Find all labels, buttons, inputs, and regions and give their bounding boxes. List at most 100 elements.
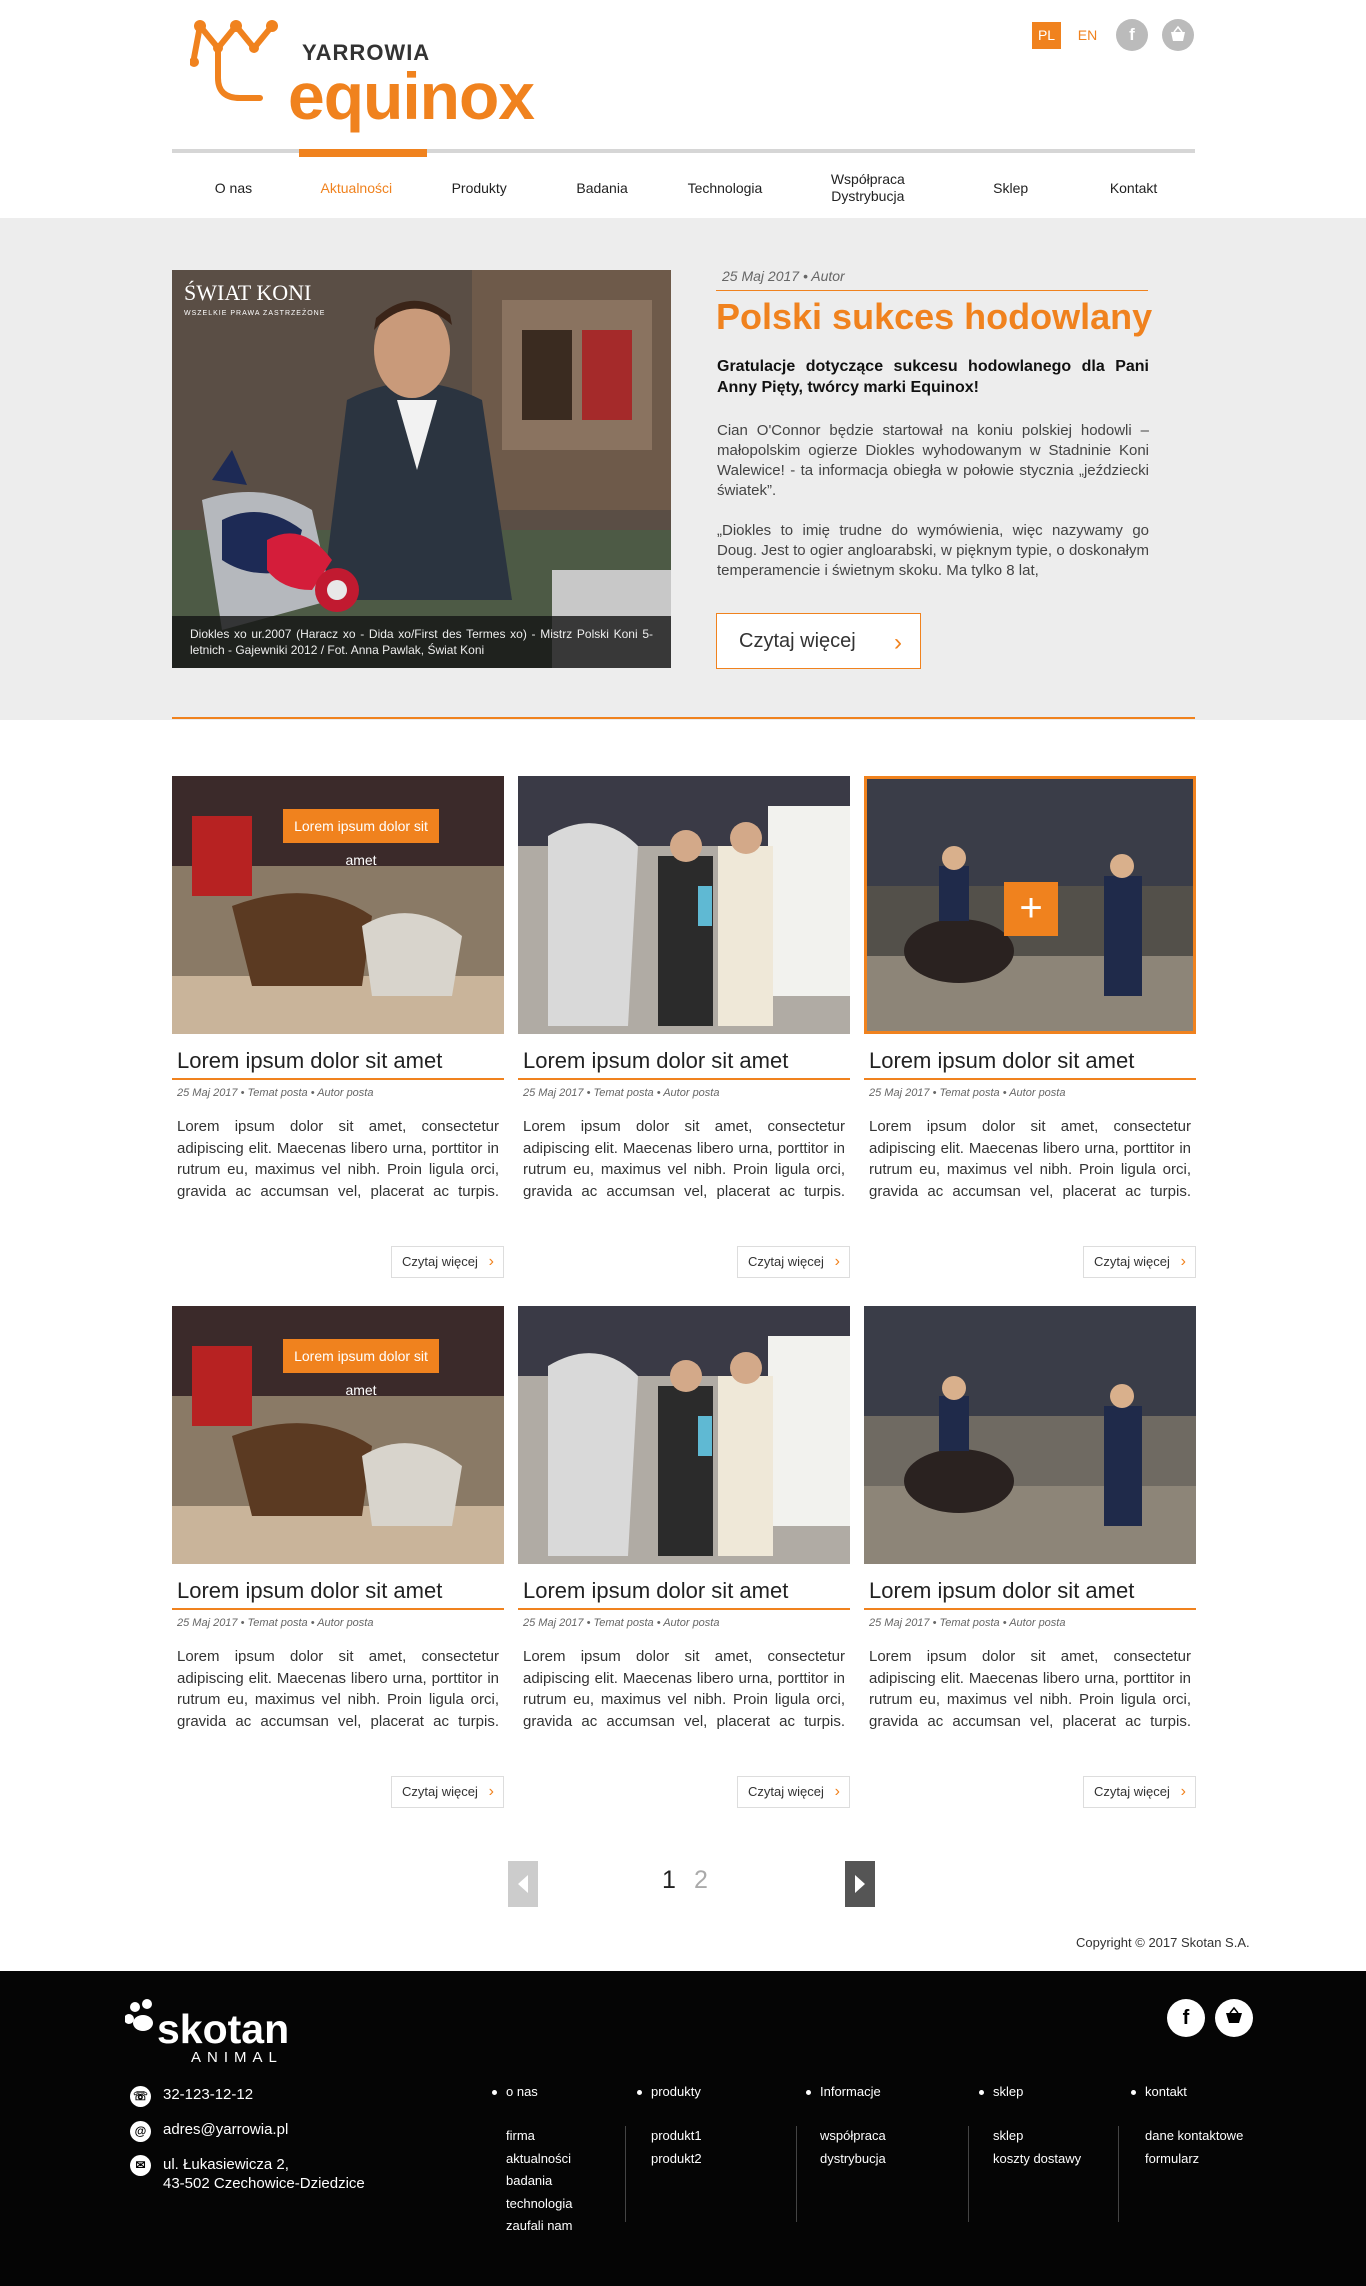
rider-photo [172,270,671,668]
footer-phone[interactable]: ☏ 32-123-12-12 [130,2086,253,2107]
footer-column: sklep sklep koszty dostawy [979,2084,1081,2170]
news-card-date: 25 Maj 2017 [523,1617,584,1629]
footer-link[interactable]: badania [492,2170,573,2193]
lang-pl[interactable]: PL [1032,22,1061,49]
facebook-icon[interactable]: f [1116,19,1148,51]
lang-en[interactable]: EN [1073,22,1102,49]
nav-item-kontakt[interactable]: Kontakt [1072,160,1195,216]
nav-item-wspolpraca-dystrybucja[interactable]: Współpraca Dystrybucja [786,160,949,216]
news-card-meta: 25 Maj 2017 • Temat posta • Autor posta [177,1087,373,1099]
footer-column-head[interactable]: Informacje [806,2084,886,2099]
footer-column-head[interactable]: o nas [492,2084,573,2099]
news-card-image[interactable]: + [864,776,1196,1034]
nav-item-badania[interactable]: Badania [541,160,664,216]
footer-link[interactable]: formularz [1131,2148,1243,2171]
news-card-title[interactable]: Lorem ipsum dolor sit amet [177,1048,442,1074]
news-card-badge[interactable]: Lorem ipsum dolor sit amet [283,1339,439,1398]
meta-separator: • [237,1617,248,1629]
featured-title[interactable]: Polski sukces hodowlany [716,296,1152,338]
meta-separator: • [929,1087,940,1099]
footer-link[interactable]: dystrybucja [806,2148,886,2171]
phone-icon: ☏ [130,2086,151,2107]
news-card-author: Autor posta [663,1617,720,1629]
pagination-page-1[interactable]: 1 [662,1866,676,1895]
footer-link[interactable]: koszty dostawy [979,2148,1081,2171]
footer-column: kontakt dane kontaktowe formularz [1131,2084,1243,2170]
news-card-title[interactable]: Lorem ipsum dolor sit amet [523,1578,788,1604]
footer-link[interactable]: produkt2 [637,2148,702,2171]
plus-icon[interactable]: + [1004,882,1058,936]
footer-column-separator [968,2126,969,2222]
chevron-right-icon: › [834,1253,840,1270]
featured-news-image[interactable]: ŚWIAT KONI WSZELKIE PRAWA ZASTRZEŻONE Di… [172,270,671,668]
footer-column-head[interactable]: produkty [637,2084,702,2099]
nav-item-aktualnosci[interactable]: Aktualności [295,160,418,216]
news-card-divider [518,1078,850,1080]
news-card-image[interactable] [518,1306,850,1564]
meta-separator: • [307,1087,318,1099]
featured-paragraph-1: Cian O'Connor będzie startował na koniu … [717,422,1149,499]
news-card-badge[interactable]: Lorem ipsum dolor sit amet [283,809,439,868]
footer-column: produkty produkt1 produkt2 [637,2084,702,2170]
news-card-read-more-button[interactable]: Czytaj więcej › [737,1776,850,1808]
news-card-meta: 25 Maj 2017 • Temat posta • Autor posta [869,1617,1065,1629]
footer-link[interactable]: technologia [492,2193,573,2216]
footer-email[interactable]: @ adres@yarrowia.pl [130,2121,288,2142]
footer-column-head[interactable]: sklep [979,2084,1081,2099]
footer-facebook-icon[interactable]: f [1167,1999,1205,2037]
skotan-logo[interactable]: skotan ANIMAL [125,1991,305,2071]
footer-column-head[interactable]: kontakt [1131,2084,1243,2099]
news-card-date: 25 Maj 2017 [869,1617,930,1629]
meta-separator: • [802,268,812,284]
nav-item-sklep[interactable]: Sklep [949,160,1072,216]
featured-meta-divider [716,290,1148,291]
news-card-image[interactable]: Lorem ipsum dolor sit amet [172,776,504,1034]
chevron-right-icon: › [1180,1783,1186,1800]
footer-link[interactable]: sklep [979,2125,1081,2148]
footer-column-separator [796,2126,797,2222]
news-card-title[interactable]: Lorem ipsum dolor sit amet [869,1048,1134,1074]
news-card-title[interactable]: Lorem ipsum dolor sit amet [523,1048,788,1074]
news-card-date: 25 Maj 2017 [869,1087,930,1099]
footer-link[interactable]: firma [492,2125,573,2148]
read-more-label: Czytaj więcej [1094,1784,1170,1799]
footer-link[interactable]: produkt1 [637,2125,702,2148]
news-card-read-more-button[interactable]: Czytaj więcej › [391,1246,504,1278]
pagination-next-button[interactable] [845,1861,875,1907]
read-more-label: Czytaj więcej [748,1784,824,1799]
pagination-prev-button[interactable] [508,1861,538,1907]
nav-item-o-nas[interactable]: O nas [172,160,295,216]
news-card-image[interactable] [518,776,850,1034]
footer-link[interactable]: dane kontaktowe [1131,2125,1243,2148]
news-card-read-more-button[interactable]: Czytaj więcej › [1083,1246,1196,1278]
swiat-koni-watermark: ŚWIAT KONI [184,280,312,305]
footer-link[interactable]: współpraca [806,2125,886,2148]
featured-read-more-button[interactable]: Czytaj więcej › [716,613,921,669]
pagination-page-2[interactable]: 2 [694,1866,708,1895]
news-card-author: Autor posta [317,1617,374,1629]
footer-link[interactable]: zaufali nam [492,2215,573,2238]
news-card-read-more-button[interactable]: Czytaj więcej › [1083,1776,1196,1808]
chevron-right-icon: › [488,1253,494,1270]
news-card-title[interactable]: Lorem ipsum dolor sit amet [869,1578,1134,1604]
nav-item-produkty[interactable]: Produkty [418,160,541,216]
news-card-meta: 25 Maj 2017 • Temat posta • Autor posta [523,1617,719,1629]
nav-item-technologia[interactable]: Technologia [664,160,787,216]
news-card-read-more-button[interactable]: Czytaj więcej › [391,1776,504,1808]
news-card-meta: 25 Maj 2017 • Temat posta • Autor posta [869,1087,1065,1099]
footer-shop-icon[interactable] [1215,1999,1253,2037]
equinox-logo[interactable]: YARROWIA equinox [190,18,535,133]
read-more-label: Czytaj więcej [402,1784,478,1799]
shop-basket-icon[interactable] [1162,19,1194,51]
read-more-label: Czytaj więcej [739,629,856,652]
footer-link[interactable]: aktualności [492,2148,573,2171]
chevron-right-icon: › [488,1783,494,1800]
footer-column-separator [1118,2126,1119,2222]
footer: skotan ANIMAL f ☏ 32-123-12-12 @ adres@y… [0,1971,1366,2286]
news-card-image[interactable] [864,1306,1196,1564]
news-card-title[interactable]: Lorem ipsum dolor sit amet [177,1578,442,1604]
news-card-divider [864,1078,1196,1080]
news-card-read-more-button[interactable]: Czytaj więcej › [737,1246,850,1278]
news-card-image[interactable]: Lorem ipsum dolor sit amet [172,1306,504,1564]
page: YARROWIA equinox PL EN f O nas Aktualnoś… [0,0,1366,2286]
